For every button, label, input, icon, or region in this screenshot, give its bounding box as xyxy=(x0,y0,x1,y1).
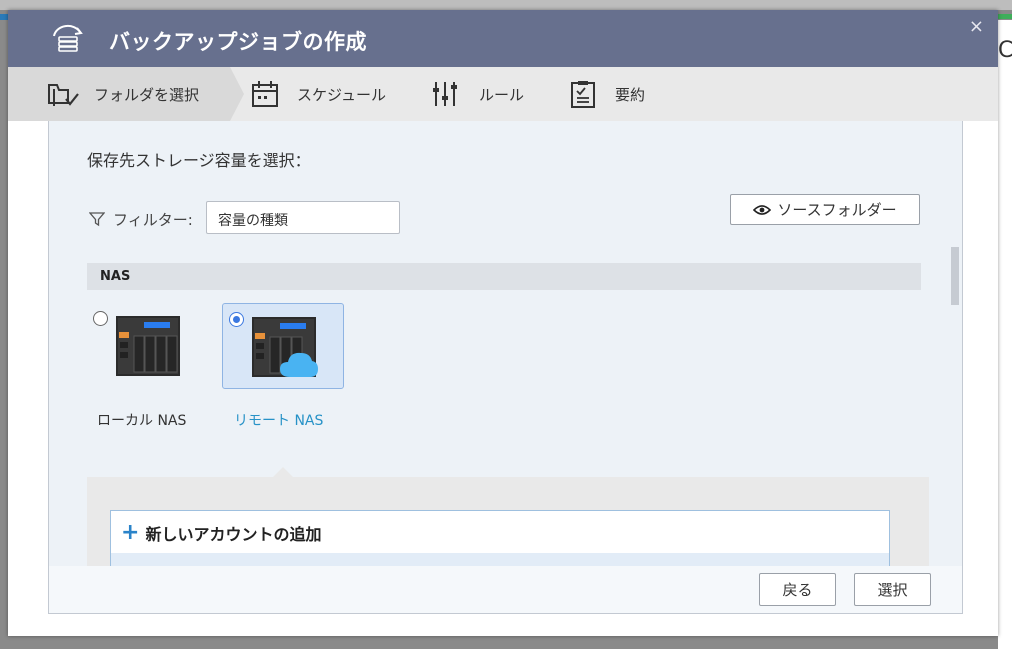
step-rules[interactable]: ルール xyxy=(431,67,524,121)
add-account-label: 新しいアカウントの追加 xyxy=(145,525,322,544)
add-account-button[interactable]: + 新しいアカウントの追加 xyxy=(121,521,321,545)
remote-nas-radio[interactable] xyxy=(229,312,244,327)
dialog-footer: 戻る 選択 xyxy=(49,566,962,613)
filter-label: フィルター: xyxy=(113,211,193,229)
source-folder-button[interactable]: ソースフォルダー xyxy=(730,194,920,225)
clipboard-icon xyxy=(571,81,595,108)
group-title: NAS xyxy=(100,269,131,284)
local-nas-radio[interactable] xyxy=(93,311,108,326)
nas-group-header: NAS xyxy=(87,263,921,290)
remote-nas-label: リモート NAS xyxy=(234,413,324,429)
step-label: ルール xyxy=(479,85,525,104)
background-window-strip xyxy=(0,0,1012,20)
backup-sync-icon xyxy=(53,24,83,52)
panel-heading: 保存先ストレージ容量を選択： xyxy=(87,151,311,170)
wizard-steps: フォルダを選択 スケジュール ルール 要約 xyxy=(8,67,998,121)
scrollbar-thumb[interactable] xyxy=(951,247,959,305)
filter-icon xyxy=(89,212,105,227)
sliders-icon xyxy=(433,82,457,106)
dialog-title: バックアップジョブの作成 xyxy=(109,30,367,54)
remote-nas-cloud-icon xyxy=(252,317,318,377)
account-list: + 新しいアカウントの追加 xyxy=(110,510,890,570)
plus-icon: + xyxy=(121,520,140,545)
step-select-folder[interactable]: フォルダを選択 xyxy=(8,67,244,121)
step-summary[interactable]: 要約 xyxy=(567,67,645,121)
remote-nas-option[interactable] xyxy=(222,303,344,389)
dialog-titlebar: バックアップジョブの作成 × xyxy=(8,10,998,67)
step-label: スケジュール xyxy=(297,85,386,104)
step-label: 要約 xyxy=(615,85,646,104)
step-label: フォルダを選択 xyxy=(94,85,200,104)
subpanel-caret xyxy=(273,467,293,477)
back-button[interactable]: 戻る xyxy=(759,573,836,606)
select-button[interactable]: 選択 xyxy=(854,573,931,606)
create-backup-job-dialog: バックアップジョブの作成 × フォルダを選択 スケジュール ルール 要約 保存先… xyxy=(8,10,998,636)
folder-select-icon xyxy=(48,84,79,106)
local-nas-option[interactable] xyxy=(87,303,209,389)
calendar-icon xyxy=(252,81,278,107)
step-schedule[interactable]: スケジュール xyxy=(249,67,386,121)
background-window-edge: C xyxy=(998,20,1012,649)
local-nas-label: ローカル NAS xyxy=(97,413,187,429)
eye-icon xyxy=(753,204,772,215)
storage-select-panel: 保存先ストレージ容量を選択： フィルター: 容量の種類 ソースフォルダー NAS xyxy=(48,121,963,614)
nas-device-icon xyxy=(116,316,180,376)
volume-type-filter-input[interactable]: 容量の種類 xyxy=(206,201,400,234)
source-folder-label: ソースフォルダー xyxy=(777,201,897,219)
close-icon[interactable]: × xyxy=(969,16,984,37)
